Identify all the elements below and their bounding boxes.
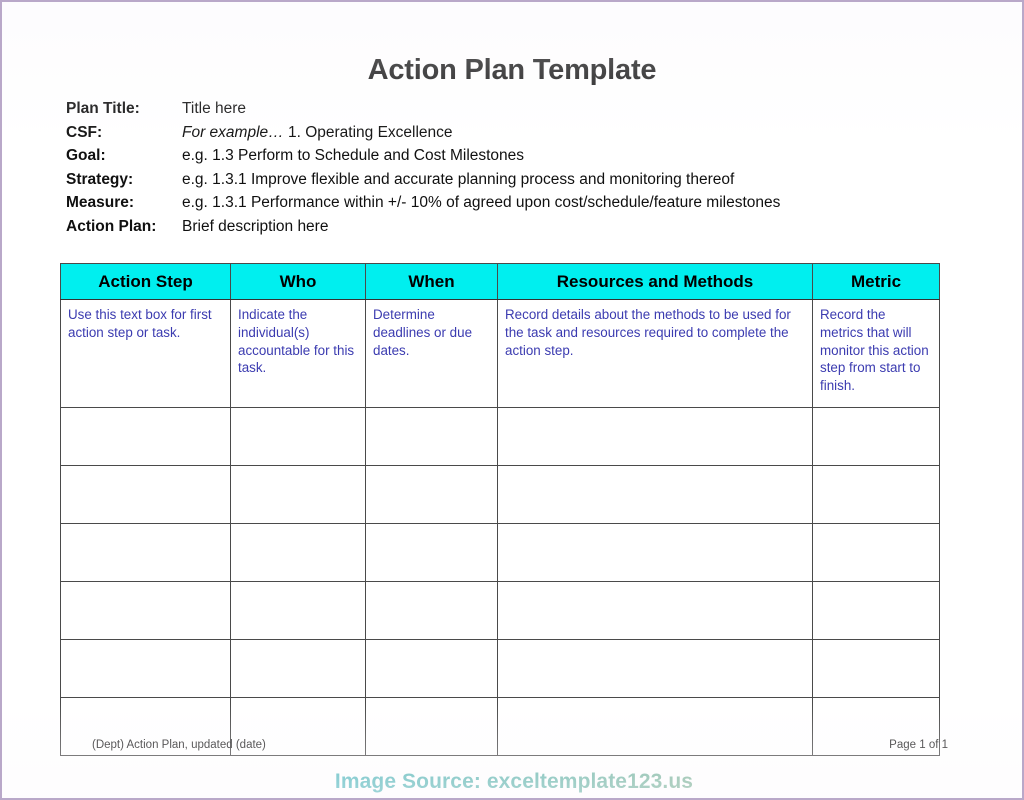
table-cell[interactable]	[812, 465, 940, 524]
table-cell[interactable]: Indicate the individual(s) accountable f…	[230, 299, 366, 408]
meta-label: Strategy:	[66, 170, 134, 188]
table-cell[interactable]	[497, 407, 813, 466]
table-cell[interactable]	[365, 465, 498, 524]
meta-row: CSF: For example… 1. Operating Excellence	[66, 124, 966, 148]
meta-value: For example… 1. Operating Excellence	[182, 124, 453, 142]
table-cell[interactable]	[497, 465, 813, 524]
meta-row: Measure: e.g. 1.3.1 Performance within +/…	[66, 194, 966, 218]
meta-value: e.g. 1.3.1 Performance within +/- 10% of…	[182, 194, 781, 211]
table-cell[interactable]	[497, 581, 813, 640]
table-cell[interactable]	[230, 639, 366, 698]
meta-row: Plan Title: Title here	[66, 100, 966, 124]
table-cell[interactable]	[812, 407, 940, 466]
meta-value-italic-prefix: For example…	[182, 123, 284, 141]
meta-value: e.g. 1.3.1 Improve flexible and accurate…	[182, 170, 735, 188]
table-row	[60, 523, 940, 582]
meta-label: Goal:	[66, 147, 106, 164]
table-cell[interactable]	[60, 407, 231, 466]
table-row	[60, 581, 940, 640]
table-cell[interactable]	[365, 407, 498, 466]
table-cell[interactable]	[60, 523, 231, 582]
footer-left-text: (Dept) Action Plan, updated (date)	[92, 739, 266, 751]
table-header-row: Action Step Who When Resources and Methods M…	[60, 263, 940, 300]
table-cell[interactable]	[230, 407, 366, 466]
column-header: Who	[230, 263, 366, 300]
page-footer: (Dept) Action Plan, updated (date) Page …	[92, 739, 948, 751]
table-body: Use this text box for first action step …	[60, 299, 940, 756]
meta-value: e.g. 1.3 Perform to Schedule and Cost Mi…	[182, 147, 525, 164]
meta-value-text: 1. Operating Excellence	[287, 123, 453, 141]
table-cell[interactable]	[365, 639, 498, 698]
table-row	[60, 465, 940, 524]
document-page: Action Plan Template Plan Title: Title he…	[0, 0, 1024, 800]
meta-label: CSF:	[66, 123, 103, 141]
meta-value: Brief description here	[182, 217, 329, 235]
column-header: Metric	[812, 263, 940, 300]
table-cell[interactable]	[497, 523, 813, 582]
table-cell[interactable]	[812, 639, 940, 698]
table-cell[interactable]	[230, 465, 366, 524]
column-header: Resources and Methods	[497, 263, 813, 300]
footer-page-number: Page 1 of 1	[889, 739, 948, 751]
column-header: Action Step	[60, 263, 231, 300]
table-cell[interactable]	[60, 639, 231, 698]
table-cell[interactable]	[812, 523, 940, 582]
column-header: When	[365, 263, 498, 300]
table-cell[interactable]	[60, 581, 231, 640]
table-cell[interactable]	[230, 523, 366, 582]
meta-label: Measure:	[66, 194, 135, 211]
meta-row: Strategy: e.g. 1.3.1 Improve flexible and…	[66, 171, 966, 195]
table-cell[interactable]	[497, 639, 813, 698]
meta-value: Title here	[182, 100, 247, 117]
meta-label: Action Plan:	[66, 217, 157, 235]
table-cell[interactable]: Determine deadlines or due dates.	[365, 299, 498, 408]
table-row	[60, 407, 940, 466]
page-title: Action Plan Template	[367, 54, 657, 86]
table-row: Use this text box for first action step …	[60, 299, 940, 408]
table-cell[interactable]	[365, 523, 498, 582]
meta-row: Goal: e.g. 1.3 Perform to Schedule and Co…	[66, 147, 966, 171]
meta-label: Plan Title:	[66, 100, 140, 117]
table-cell[interactable]: Record details about the methods to be u…	[497, 299, 813, 408]
table-cell[interactable]	[230, 581, 366, 640]
plan-metadata-block: Plan Title: Title here CSF: For example… 1.…	[66, 100, 966, 241]
table-cell[interactable]: Record the metrics that will monitor thi…	[812, 299, 940, 408]
table-cell[interactable]	[812, 581, 940, 640]
table-row	[60, 639, 940, 698]
table-cell[interactable]	[365, 581, 498, 640]
table-cell[interactable]: Use this text box for first action step …	[60, 299, 231, 408]
table-cell[interactable]	[60, 465, 231, 524]
image-source-watermark: Image Source: exceltemplate123.us	[2, 770, 1022, 794]
table-header: Action Step Who When Resources and Methods M…	[60, 263, 940, 300]
action-plan-table: Action Step Who When Resources and Methods M…	[60, 263, 940, 756]
meta-row: Action Plan: Brief description here	[66, 218, 966, 242]
